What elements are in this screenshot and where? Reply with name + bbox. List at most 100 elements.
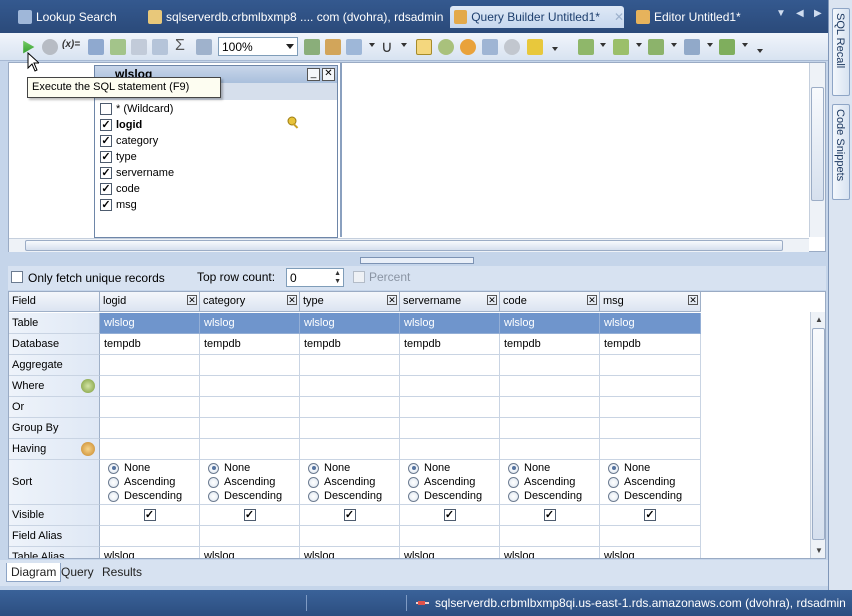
group-by-cell[interactable] (500, 418, 600, 439)
close-icon[interactable]: ✕ (322, 68, 335, 81)
tab-lookup-search[interactable]: Lookup Search (14, 6, 117, 28)
sort-ascending-radio[interactable]: Ascending (608, 475, 675, 489)
tab-connection[interactable]: sqlserverdb.crbmlbxmp8 .... com (dvohra)… (144, 6, 443, 28)
join-icon[interactable]: ∪ (381, 37, 393, 57)
connection-label[interactable]: sqlserverdb.crbmlbxmp8qi.us-east-1.rds.a… (435, 596, 846, 610)
close-icon[interactable]: ✕ (487, 295, 497, 305)
sort-ascending-radio[interactable]: Ascending (508, 475, 575, 489)
or-cell[interactable] (600, 397, 701, 418)
diagram-vertical-scrollbar[interactable] (809, 63, 825, 237)
checkbox[interactable]: ✓ (100, 119, 112, 131)
column-header-servername[interactable]: servername ✕ (400, 292, 500, 312)
close-icon[interactable]: ✕ (688, 295, 698, 305)
column-header-logid[interactable]: logid ✕ (100, 292, 200, 312)
radio-dot[interactable] (608, 490, 619, 502)
table-alias-cell[interactable]: wlslog (400, 547, 500, 558)
sort-none-radio[interactable]: None (408, 461, 450, 475)
radio-dot[interactable] (308, 490, 319, 502)
checkbox[interactable]: ✓ (100, 135, 112, 147)
aggregate-cell[interactable] (500, 355, 600, 376)
stop-icon[interactable] (42, 39, 58, 55)
checkbox[interactable] (100, 103, 112, 115)
checkbox[interactable]: ✓ (100, 183, 112, 195)
copy-icon[interactable] (482, 39, 498, 55)
where-cell[interactable] (300, 376, 400, 397)
tab-list-dropdown-icon[interactable]: ▼ (776, 8, 786, 19)
checkbox[interactable]: ✓ (100, 167, 112, 179)
minimize-icon[interactable]: _ (307, 68, 320, 81)
sort-descending-radio[interactable]: Descending (108, 489, 182, 503)
having-cell[interactable] (300, 439, 400, 460)
radio-dot[interactable] (408, 476, 419, 488)
table-cell[interactable]: wlslog (100, 313, 200, 334)
close-icon[interactable]: ✕ (187, 295, 197, 305)
column-header-msg[interactable]: msg ✕ (600, 292, 701, 312)
sort-ascending-radio[interactable]: Ascending (108, 475, 175, 489)
column-item-logid[interactable]: ✓ logid (100, 117, 142, 133)
chevron-down-icon[interactable] (707, 43, 713, 47)
database-cell[interactable]: tempdb (100, 334, 200, 355)
tab-scroll-left-icon[interactable]: ◀ (796, 8, 804, 19)
database-cell[interactable]: tempdb (500, 334, 600, 355)
or-cell[interactable] (100, 397, 200, 418)
radio-dot[interactable] (308, 476, 319, 488)
radio-dot[interactable] (408, 490, 419, 502)
chevron-down-icon[interactable] (401, 43, 407, 47)
sort-descending-radio[interactable]: Descending (308, 489, 382, 503)
field-alias-cell[interactable] (500, 526, 600, 547)
field-alias-cell[interactable] (100, 526, 200, 547)
radio-dot[interactable] (208, 490, 219, 502)
chevron-down-icon[interactable] (636, 43, 642, 47)
group-by-cell[interactable] (200, 418, 300, 439)
close-icon[interactable]: ✕ (287, 295, 297, 305)
radio-dot[interactable] (508, 490, 519, 502)
database-cell[interactable]: tempdb (300, 334, 400, 355)
grid-icon[interactable] (152, 39, 168, 55)
percent-checkbox[interactable] (353, 271, 365, 283)
table-cell[interactable]: wlslog (300, 313, 400, 334)
radio-dot[interactable] (508, 462, 519, 474)
checkbox[interactable]: ✓ (100, 151, 112, 163)
visible-checkbox[interactable]: ✓ (243, 509, 256, 521)
radio-dot[interactable] (208, 462, 219, 474)
column-item-type[interactable]: ✓ type (100, 149, 137, 165)
sql-recall-tab[interactable]: SQL Recall (832, 8, 850, 96)
filter-icon[interactable] (196, 39, 212, 55)
having-cell[interactable] (100, 439, 200, 460)
sort-ascending-radio[interactable]: Ascending (208, 475, 275, 489)
table-cell[interactable]: wlslog (400, 313, 500, 334)
column-header-category[interactable]: category ✕ (200, 292, 300, 312)
table-cell[interactable]: wlslog (600, 313, 701, 334)
table-cell[interactable]: wlslog (200, 313, 300, 334)
unique-records-checkbox[interactable] (11, 271, 23, 283)
chevron-down-icon[interactable] (742, 43, 748, 47)
table-cell[interactable]: wlslog (500, 313, 600, 334)
tab-results[interactable]: Results (98, 563, 146, 582)
radio-dot[interactable] (308, 462, 319, 474)
having-cell[interactable] (600, 439, 701, 460)
table-alias-cell[interactable]: wlslog (600, 547, 701, 558)
sort-descending-radio[interactable]: Descending (508, 489, 582, 503)
table-alias-cell[interactable]: wlslog (100, 547, 200, 558)
aggregate-cell[interactable] (400, 355, 500, 376)
field-alias-cell[interactable] (300, 526, 400, 547)
radio-dot[interactable] (608, 462, 619, 474)
where-cell[interactable] (500, 376, 600, 397)
scroll-down-icon[interactable]: ▼ (815, 546, 823, 555)
table-icon[interactable] (131, 39, 147, 55)
group-by-cell[interactable] (300, 418, 400, 439)
align-icon[interactable] (648, 39, 664, 55)
having-cell[interactable] (400, 439, 500, 460)
column-item-wildcard[interactable]: * (Wildcard) (100, 101, 173, 117)
sort-none-radio[interactable]: None (608, 461, 650, 475)
table-alias-cell[interactable]: wlslog (300, 547, 400, 558)
function-button[interactable]: (x)= (62, 39, 80, 50)
having-cell[interactable] (500, 439, 600, 460)
column-item-msg[interactable]: ✓ msg (100, 197, 137, 213)
edit-icon[interactable] (88, 39, 104, 55)
properties-icon[interactable] (325, 39, 341, 55)
group-by-cell[interactable] (400, 418, 500, 439)
chevron-down-icon[interactable] (600, 43, 606, 47)
radio-dot[interactable] (108, 462, 119, 474)
sort-ascending-radio[interactable]: Ascending (408, 475, 475, 489)
